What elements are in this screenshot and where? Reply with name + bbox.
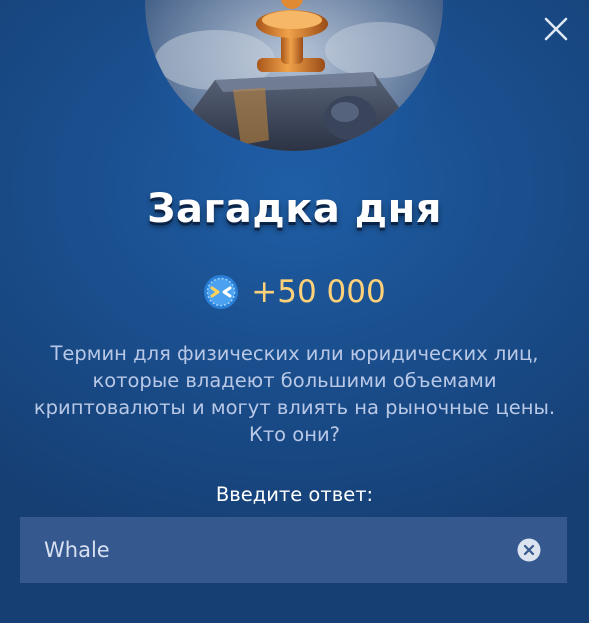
riddle-question: Термин для физических или юридических ли…: [33, 342, 556, 446]
close-button[interactable]: [541, 14, 571, 44]
close-icon: [544, 17, 568, 41]
answer-field: [20, 517, 567, 583]
reward-row: +50 000: [0, 272, 589, 312]
reward-amount: +50 000: [251, 274, 386, 310]
daily-riddle-modal: Загадка дня +50 000 Термин для физически…: [0, 0, 589, 623]
clear-button[interactable]: [517, 538, 541, 562]
coin-icon: [204, 275, 239, 309]
riddle-title: Загадка дня: [147, 186, 442, 232]
answer-label: Введите ответ:: [215, 483, 374, 506]
clear-icon: [517, 538, 541, 562]
answer-input[interactable]: [44, 517, 504, 583]
